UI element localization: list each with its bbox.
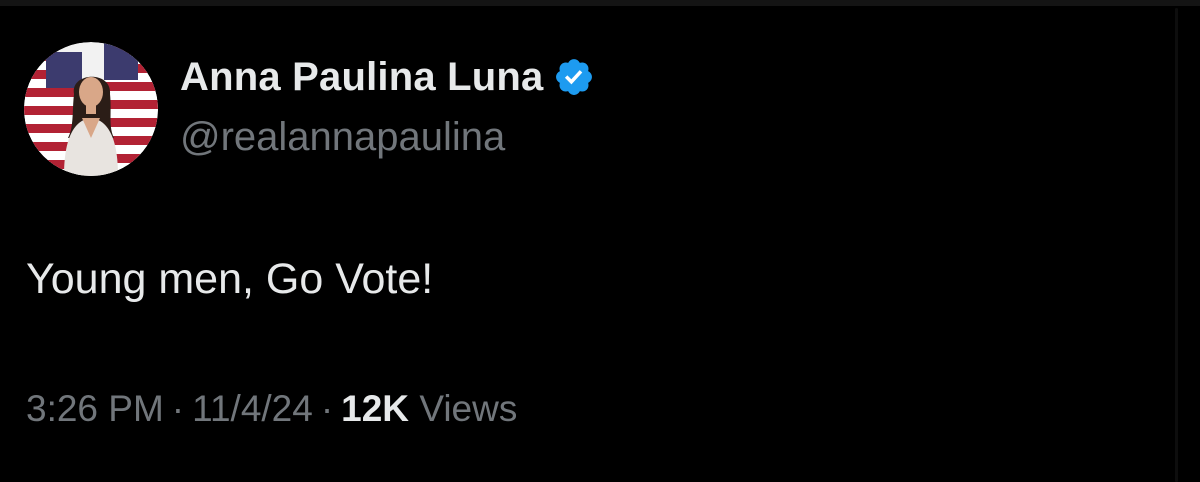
tweet-time[interactable]: 3:26 PM [26, 390, 164, 427]
verified-badge-icon[interactable] [553, 56, 595, 98]
tweet-date[interactable]: 11/4/24 [192, 390, 313, 427]
author-display-name[interactable]: Anna Paulina Luna [180, 57, 543, 97]
separator: · [171, 388, 185, 429]
views-label: Views [419, 388, 518, 429]
views-count: 12K [341, 388, 410, 429]
separator: · [320, 388, 334, 429]
top-divider [0, 0, 1200, 6]
avatar-image [24, 42, 158, 176]
scrollbar[interactable] [1175, 8, 1178, 482]
tweet-metadata: 3:26 PM · 11/4/24 · 12K Views [26, 390, 517, 427]
author-handle[interactable]: @realannapaulina [180, 117, 505, 157]
avatar[interactable] [24, 42, 158, 176]
tweet-text: Young men, Go Vote! [26, 255, 434, 303]
tweet-detail: Anna Paulina Luna @realannapaulina Young… [0, 0, 1200, 482]
author-name-row: Anna Paulina Luna [180, 56, 595, 98]
